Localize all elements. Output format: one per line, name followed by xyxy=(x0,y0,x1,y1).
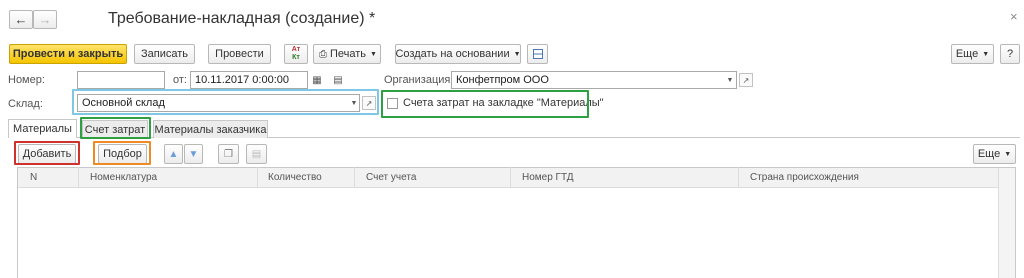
column-divider xyxy=(257,167,258,188)
move-up-button[interactable]: ▲ xyxy=(164,144,183,164)
save-button[interactable]: Записать xyxy=(134,44,195,64)
structure-button[interactable] xyxy=(527,44,548,64)
dt-kt-button[interactable]: Ат Кт xyxy=(284,44,308,64)
table-more-label: Еще xyxy=(977,148,1001,160)
arrow-right-icon: → xyxy=(38,12,52,27)
paste-icon: ▤ xyxy=(251,148,262,160)
column-header-country[interactable]: Страна происхождения xyxy=(750,172,859,183)
tab-customer-materials[interactable]: Материалы заказчика xyxy=(153,120,268,138)
column-divider xyxy=(510,167,511,188)
column-header-account[interactable]: Счет учета xyxy=(366,172,416,183)
tab-materials[interactable]: Материалы xyxy=(8,119,77,138)
column-header-quantity[interactable]: Количество xyxy=(268,172,322,183)
chevron-down-icon: ▼ xyxy=(1004,150,1012,158)
copy-button[interactable]: ❐ xyxy=(218,144,239,164)
copy-icon: ❐ xyxy=(224,148,233,160)
column-divider xyxy=(354,167,355,188)
move-down-button[interactable]: ▼ xyxy=(184,144,203,164)
print-button[interactable]: ⎙ Печать ▼ xyxy=(313,44,381,64)
more-button[interactable]: Еще ▼ xyxy=(951,44,994,64)
date-label: от: xyxy=(173,74,187,86)
forward-button[interactable]: → xyxy=(33,10,57,29)
printer-icon: ⎙ xyxy=(319,48,327,60)
dt-kt-bottom: Кт xyxy=(292,54,300,61)
tab-cost-accounts-highlight xyxy=(80,117,151,139)
chevron-down-icon: ▼ xyxy=(513,50,521,58)
dropdown-arrow-icon[interactable]: ▼ xyxy=(723,73,737,87)
help-button[interactable]: ? xyxy=(1000,44,1020,64)
checkbox-highlight xyxy=(381,90,589,118)
arrow-down-icon: ▼ xyxy=(188,148,199,160)
table-more-button[interactable]: Еще ▼ xyxy=(973,144,1016,164)
select-highlight xyxy=(93,141,151,165)
column-header-gtd-number[interactable]: Номер ГТД xyxy=(522,172,574,183)
organization-label: Организация: xyxy=(384,74,454,86)
arrow-left-icon: ← xyxy=(14,12,28,27)
date-field[interactable]: 10.11.2017 0:00:00 xyxy=(190,71,308,89)
warehouse-highlight xyxy=(72,89,379,115)
column-divider xyxy=(78,167,79,188)
organization-field[interactable]: Конфетпром ООО xyxy=(451,71,737,89)
paste-button[interactable]: ▤ xyxy=(246,144,267,164)
add-highlight xyxy=(14,141,80,165)
calendar-icon[interactable]: ▦ xyxy=(310,73,324,87)
create-based-on-button[interactable]: Создать на основании ▼ xyxy=(395,44,521,64)
table-scrollbar[interactable] xyxy=(998,168,1015,278)
more-label: Еще xyxy=(955,48,979,60)
close-icon[interactable]: × xyxy=(1010,9,1018,24)
structure-icon xyxy=(532,49,543,59)
post-and-close-button[interactable]: Провести и закрыть xyxy=(9,44,127,64)
page-title: Требование-накладная (создание) * xyxy=(108,10,376,27)
print-label: Печать xyxy=(330,48,367,60)
column-header-nomenclature[interactable]: Номенклатура xyxy=(90,172,157,183)
create-based-label: Создать на основании xyxy=(395,48,510,60)
chevron-down-icon: ▼ xyxy=(982,50,990,58)
column-header-n[interactable]: N xyxy=(30,172,37,183)
column-divider xyxy=(738,167,739,188)
arrow-up-icon: ▲ xyxy=(168,148,179,160)
chevron-down-icon: ▼ xyxy=(370,50,377,58)
warehouse-label: Склад: xyxy=(8,98,43,110)
open-link-icon[interactable]: ↗ xyxy=(739,73,753,87)
comment-icon[interactable]: ▤ xyxy=(331,73,345,87)
back-button[interactable]: ← xyxy=(9,10,33,29)
number-field[interactable] xyxy=(77,71,165,89)
dt-kt-top: Ат xyxy=(291,46,301,53)
post-button[interactable]: Провести xyxy=(208,44,271,64)
number-label: Номер: xyxy=(8,74,45,86)
